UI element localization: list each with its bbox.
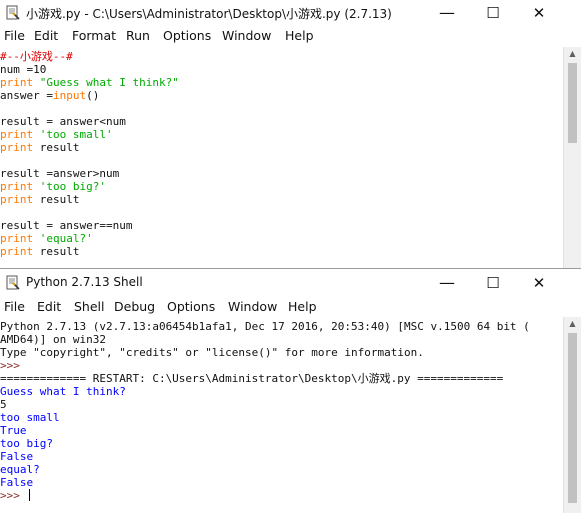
code-builtin: input [52,89,87,102]
code-keyword: print [0,193,34,206]
code-line: result [39,193,80,206]
shell-prompt: >>> [0,489,27,502]
shell-banner-line: Python 2.7.13 (v2.7.13:a06454b1afa1, Dec… [0,320,530,333]
code-string: 'too big?' [39,180,106,193]
shell-menu-options[interactable]: Options [167,299,215,314]
code-line: num =10 [0,63,47,76]
shell-menu-shell[interactable]: Shell [74,299,105,314]
editor-code-area[interactable]: #--小游戏--# num =10 print "Guess what I th… [0,50,563,258]
shell-scrollbar[interactable]: ▲ [563,317,581,513]
shell-banner-line: AMD64)] on win32 [0,333,106,346]
editor-maximize-button[interactable]: ☐ [470,0,516,26]
python-shell-icon [6,275,20,290]
code-line: result [39,141,80,154]
code-line: result =answer>num [0,167,120,180]
editor-menu-format[interactable]: Format [72,28,116,43]
editor-minimize-button[interactable]: — [424,0,470,26]
shell-output-line: too small [0,411,60,424]
code-keyword: print [0,76,34,89]
code-line: answer = [0,89,53,102]
shell-output-area[interactable]: Python 2.7.13 (v2.7.13:a06454b1afa1, Dec… [0,320,563,502]
code-string: 'too small' [39,128,113,141]
code-string: "Guess what I think?" [39,76,179,89]
text-cursor [28,489,30,501]
shell-menu-help[interactable]: Help [288,299,317,314]
code-comment: #--小游戏--# [0,50,73,63]
shell-menu-window[interactable]: Window [228,299,277,314]
editor-scrollbar[interactable]: ▲ [563,47,581,268]
code-line: result = answer==num [0,219,133,232]
shell-maximize-button[interactable]: ☐ [470,270,516,296]
shell-menubar: File Edit Shell Debug Options Window Hel… [0,296,581,317]
shell-menu-file[interactable]: File [4,299,25,314]
shell-prompt: >>> [0,359,27,372]
scroll-up-arrow-icon[interactable]: ▲ [564,317,581,331]
shell-window: Python 2.7.13 Shell — ☐ ✕ File Edit Shel… [0,268,581,513]
code-keyword: print [0,128,34,141]
editor-menu-options[interactable]: Options [163,28,211,43]
editor-titlebar[interactable]: 小游戏.py - C:\Users\Administrator\Desktop\… [0,0,581,26]
editor-menu-file[interactable]: File [4,28,25,43]
editor-window: 小游戏.py - C:\Users\Administrator\Desktop\… [0,0,581,268]
shell-output-line: Guess what I think? [0,385,126,398]
shell-output-line: too big? [0,437,53,450]
code-keyword: print [0,232,34,245]
code-line: result = answer<num [0,115,126,128]
code-keyword: print [0,180,34,193]
shell-minimize-button[interactable]: — [424,270,470,296]
shell-menu-debug[interactable]: Debug [114,299,155,314]
code-line: result [39,245,80,258]
editor-menu-help[interactable]: Help [285,28,314,43]
shell-output-line: True [0,424,27,437]
shell-restart-line: ============= RESTART: C:\Users\Administ… [0,372,504,385]
shell-close-button[interactable]: ✕ [516,270,562,296]
shell-menu-edit[interactable]: Edit [37,299,61,314]
editor-scroll-thumb[interactable] [568,63,577,143]
editor-menu-edit[interactable]: Edit [34,28,58,43]
code-string: 'equal?' [39,232,93,245]
shell-output-line: False [0,450,34,463]
code-keyword: print [0,141,34,154]
editor-title: 小游戏.py - C:\Users\Administrator\Desktop\… [26,7,392,21]
editor-menubar: File Edit Format Run Options Window Help [0,26,581,47]
shell-titlebar[interactable]: Python 2.7.13 Shell — ☐ ✕ [0,269,581,296]
editor-menu-window[interactable]: Window [222,28,271,43]
python-idle-icon [6,5,20,20]
shell-title: Python 2.7.13 Shell [26,275,143,289]
shell-output-line: False [0,476,34,489]
shell-output-line: equal? [0,463,40,476]
code-keyword: print [0,245,34,258]
shell-input-line: 5 [0,398,7,411]
code-line: () [86,89,100,102]
scroll-up-arrow-icon[interactable]: ▲ [564,47,581,61]
editor-close-button[interactable]: ✕ [516,0,562,26]
editor-menu-run[interactable]: Run [126,28,150,43]
shell-banner-line: Type "copyright", "credits" or "license(… [0,346,424,359]
shell-scroll-thumb[interactable] [568,333,577,503]
